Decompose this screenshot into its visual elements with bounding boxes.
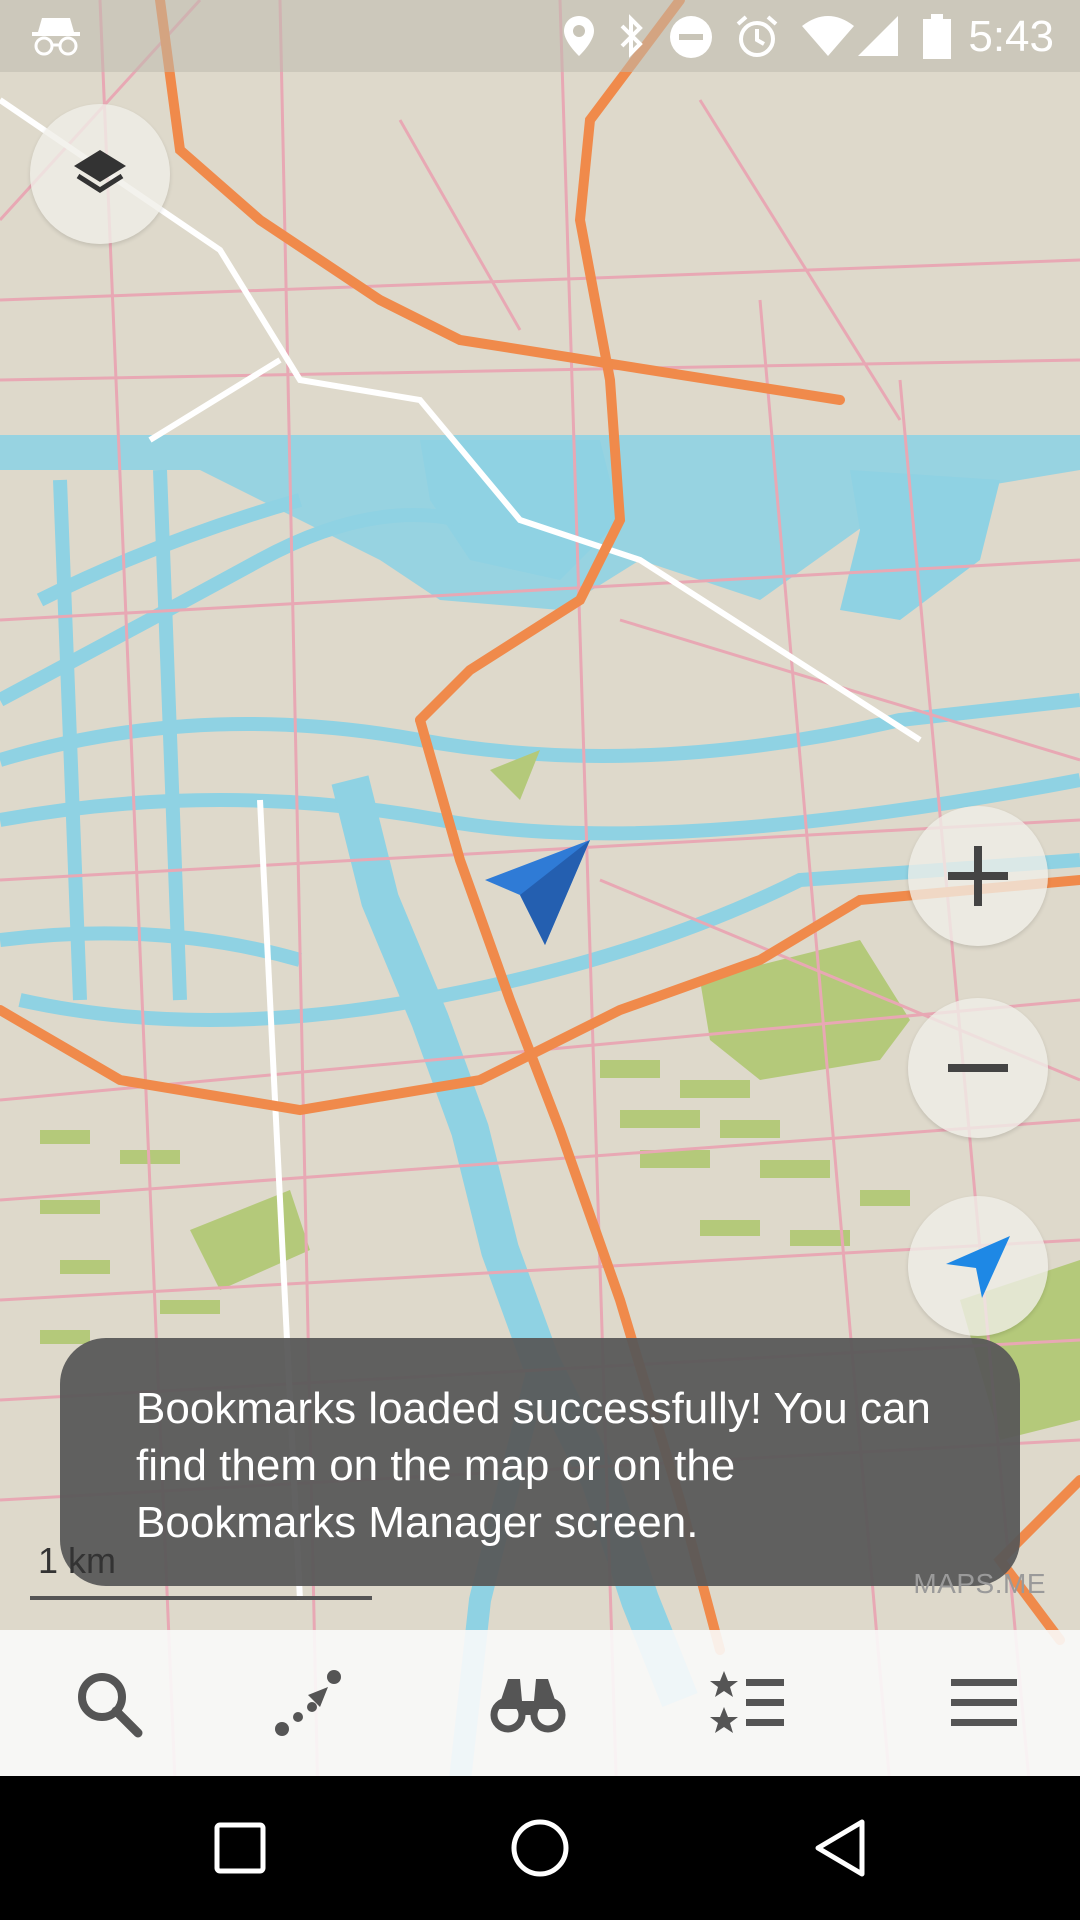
system-navigation-bar [0,1776,1080,1920]
status-bar: 5:43 [0,0,1080,72]
bluetooth-icon [620,14,643,58]
my-location-button[interactable] [908,1196,1048,1336]
incognito-icon [32,18,80,56]
bookmarks-button[interactable] [640,1630,856,1776]
discovery-binoculars-icon [490,1679,566,1733]
location-pin-icon [564,16,594,56]
zoom-in-icon [948,846,1008,906]
cellular-signal-icon [858,16,898,56]
layers-icon [74,150,126,193]
home-button[interactable] [440,1776,640,1920]
battery-icon [923,14,951,59]
bottom-toolbar [0,1630,1080,1776]
route-icon [275,1670,341,1736]
zoom-out-icon [948,1064,1008,1072]
status-time: 5:43 [968,12,1054,61]
recents-icon [214,1822,266,1874]
route-button[interactable] [200,1630,416,1776]
my-location-icon [946,1236,1010,1298]
search-icon [78,1673,143,1738]
wifi-icon [802,16,854,56]
toast-message: Bookmarks loaded successfully! You can f… [60,1338,1020,1586]
search-button[interactable] [0,1630,216,1776]
layers-button[interactable] [30,104,170,244]
maps-me-watermark: MAPS.ME [913,1568,1046,1599]
menu-button[interactable] [876,1630,1080,1776]
home-icon [511,1819,569,1877]
map-scale-bar [30,1596,372,1600]
alarm-icon [736,15,778,57]
do-not-disturb-icon [670,16,712,58]
back-button[interactable] [740,1776,940,1920]
back-icon [815,1819,865,1877]
zoom-out-button[interactable] [908,998,1048,1138]
bookmarks-icon [710,1671,784,1733]
menu-icon [951,1679,1017,1726]
zoom-in-button[interactable] [908,806,1048,946]
recents-button[interactable] [140,1776,340,1920]
discovery-button[interactable] [420,1630,636,1776]
map-scale-label: 1 km [38,1540,117,1581]
